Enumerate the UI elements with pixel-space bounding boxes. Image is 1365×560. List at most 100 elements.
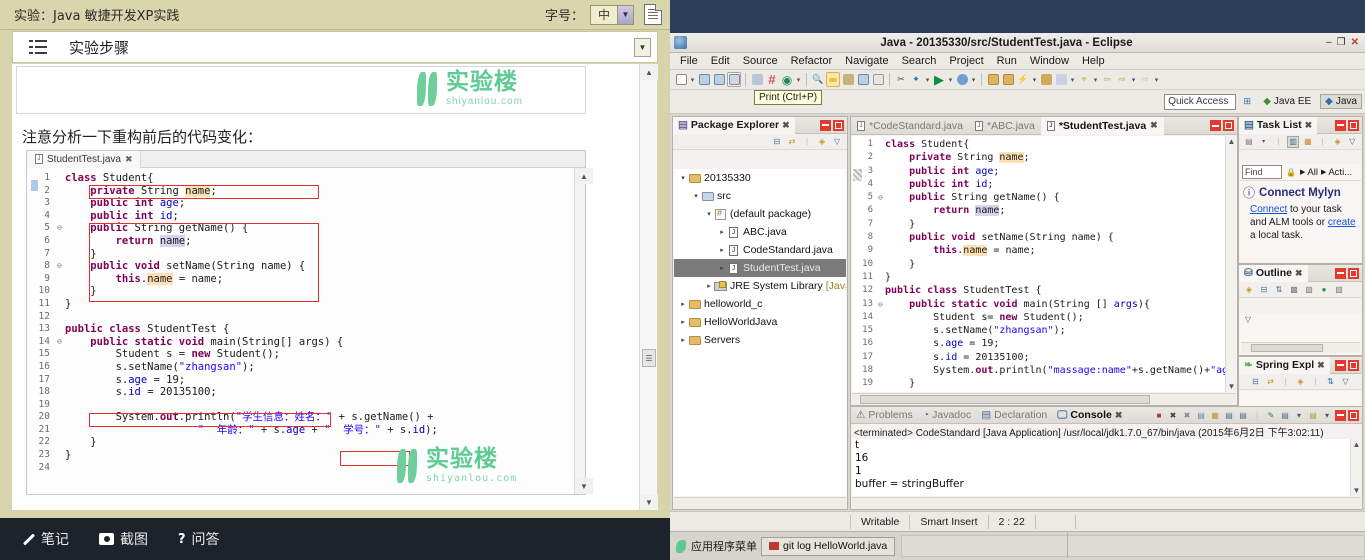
tab-declaration[interactable]: ▤ Declaration [976, 409, 1052, 421]
twisty-icon[interactable]: ▸ [678, 318, 688, 326]
chevron-down-icon[interactable]: ▾ [970, 76, 977, 84]
scroll-up-icon[interactable]: ▲ [1351, 439, 1362, 450]
terminate-icon[interactable]: ■ [1153, 409, 1165, 421]
minimize-view-icon[interactable] [820, 119, 831, 131]
footer-item-screenshot[interactable]: 截图 [99, 529, 148, 549]
collapse-all-icon[interactable]: ⊟ [1250, 376, 1262, 388]
close-icon[interactable]: ✖ [1305, 120, 1313, 131]
menu-item-window[interactable]: Window [1024, 53, 1075, 70]
document-icon[interactable] [644, 4, 662, 25]
display-console-icon[interactable]: ▤ [1237, 409, 1249, 421]
task-filter-active[interactable]: ▶ Acti... [1321, 167, 1352, 178]
chevron-down-icon[interactable]: ▾ [1092, 76, 1099, 84]
hide-local-icon[interactable]: ▧ [1333, 284, 1345, 296]
chevron-down-icon[interactable]: ▾ [689, 76, 696, 84]
twisty-icon[interactable]: ▸ [704, 282, 714, 290]
open-console-icon[interactable]: ▤ [1279, 409, 1291, 421]
tree-item-helloworld-c[interactable]: ▸ helloworld_c [674, 295, 846, 313]
perspective-java[interactable]: ◆ Java [1320, 94, 1362, 109]
menu-item-refactor[interactable]: Refactor [785, 53, 839, 70]
scrollbar-thumb[interactable] [1251, 344, 1323, 352]
tab-console[interactable]: 🖵 Console ✖ [1052, 409, 1127, 422]
forward-icon[interactable]: ⇨ [1115, 72, 1129, 87]
outline-hscrollbar[interactable] [1241, 342, 1360, 353]
collapse-all-icon[interactable]: ⊟ [1258, 284, 1270, 296]
chevron-down-icon[interactable]: ▾ [1130, 76, 1137, 84]
caret1[interactable]: ▾ [1293, 409, 1305, 421]
new-task-icon[interactable]: ▤ [1243, 136, 1255, 148]
twisty-icon[interactable]: ▾ [691, 192, 701, 200]
remove-all-icon[interactable]: ✖ [1181, 409, 1193, 421]
twisty-icon[interactable]: ▸ [678, 336, 688, 344]
view-menu-icon[interactable]: ▽ [1242, 313, 1254, 325]
view-menu-icon[interactable]: ▽ [831, 136, 843, 148]
console-output[interactable]: t 16 1 buffer = stringBuffer [852, 439, 1361, 496]
close-icon[interactable]: ✕ [1351, 37, 1359, 48]
next-annotation-icon[interactable]: ⇨ [1138, 72, 1152, 87]
minimize-view-icon[interactable] [1335, 119, 1346, 131]
list-menu-icon[interactable] [29, 40, 47, 54]
chevron-down-icon[interactable]: ▾ [1258, 136, 1270, 148]
scroll-up-icon[interactable]: ▲ [640, 64, 658, 80]
maximize-view-icon[interactable] [1348, 119, 1359, 131]
view-menu-icon[interactable]: ▽ [1340, 376, 1352, 388]
pin-console-icon[interactable]: ▤ [1223, 409, 1235, 421]
link-with-editor-icon[interactable]: ⇄ [786, 136, 798, 148]
tree-item-src[interactable]: ▾ src [674, 187, 846, 205]
skip-breakpoints-icon[interactable]: ✂ [894, 72, 908, 87]
open-type-icon[interactable] [856, 72, 870, 87]
tab-outline[interactable]: ⛁ Outline ✖ [1239, 264, 1308, 282]
twisty-icon[interactable]: ▾ [678, 174, 688, 182]
scroll-up-icon[interactable]: ▲ [575, 168, 593, 184]
tree-item-servers[interactable]: ▸ Servers [674, 331, 846, 349]
hide-fields-icon[interactable]: ▩ [1288, 284, 1300, 296]
chevron-down-icon[interactable]: ▼ [634, 37, 651, 57]
minimize-view-icon[interactable] [1335, 267, 1346, 279]
maximize-view-icon[interactable] [1348, 267, 1359, 279]
outline-body[interactable]: ▽ [1240, 313, 1361, 354]
scroll-down-icon[interactable]: ▼ [1226, 381, 1237, 392]
chevron-down-icon[interactable]: ▾ [947, 76, 954, 84]
tab-package-explorer[interactable]: ▤ Package Explorer ✖ [673, 116, 795, 134]
new-object-icon[interactable]: ✦ [909, 72, 923, 87]
new-icon[interactable] [674, 72, 688, 87]
scroll-up-icon[interactable]: ▲ [1226, 136, 1237, 147]
scroll-down-icon[interactable]: ▼ [575, 478, 593, 494]
new-console-icon[interactable]: ✎ [1265, 409, 1277, 421]
embedded-editor-tab[interactable]: J StudentTest.java ✖ [27, 150, 142, 168]
menu-item-file[interactable]: File [674, 53, 704, 70]
tree-item-studenttest-java[interactable]: ▸ J StudentTest.java [674, 259, 846, 277]
scroll-down-icon[interactable]: ▼ [640, 494, 658, 510]
perspective-java-ee[interactable]: ◆ Java EE [1258, 94, 1316, 109]
debug-icon[interactable] [841, 72, 855, 87]
focus-on-active-task-icon[interactable]: ◈ [816, 136, 828, 148]
tree-item-helloworldjava[interactable]: ▸ HelloWorldJava [674, 313, 846, 331]
annotation-icon[interactable]: ⌖ [1077, 72, 1091, 87]
open-perspective-icon[interactable] [1039, 72, 1053, 87]
menu-item-edit[interactable]: Edit [705, 53, 736, 70]
toggle-mark-occurrences-icon[interactable] [826, 72, 840, 87]
run-icon[interactable]: ▶ [932, 72, 946, 87]
caret2[interactable]: ▾ [1321, 409, 1333, 421]
close-icon[interactable]: ✖ [1295, 268, 1303, 279]
embedded-editor-scrollbar[interactable]: ▲ ▼ [574, 168, 593, 494]
scheduled-presentation-icon[interactable]: ▦ [1302, 136, 1314, 148]
connect-link[interactable]: Connect [1250, 204, 1287, 215]
close-icon[interactable]: ✖ [782, 120, 790, 131]
refresh-icon[interactable]: ◉ [780, 72, 794, 87]
tree-item-jre-system-library[interactable]: ▸ JRE System Library [JavaSE-1.7] [674, 277, 846, 295]
editor-tab-codestandard[interactable]: J *CodeStandard.java [851, 117, 969, 135]
sort-icon[interactable]: ⇅ [1325, 376, 1337, 388]
link-with-editor-icon[interactable]: ⇄ [1265, 376, 1277, 388]
minimize-view-icon[interactable] [1335, 409, 1346, 421]
chevron-down-icon[interactable]: ▼ [617, 5, 633, 24]
editor-vscrollbar[interactable]: ▲ ▼ [1225, 136, 1237, 392]
save-all-icon[interactable] [712, 72, 726, 87]
open-task-icon[interactable] [871, 72, 885, 87]
chevron-down-icon[interactable]: ▾ [795, 76, 802, 84]
editor-hscrollbar[interactable] [852, 393, 1236, 405]
toggle-ant-icon[interactable] [750, 72, 764, 87]
footer-item-qa[interactable]: ? 问答 [178, 529, 220, 549]
console-vscrollbar[interactable]: ▲ ▼ [1350, 439, 1362, 496]
remove-launch-icon[interactable]: ✖ [1167, 409, 1179, 421]
